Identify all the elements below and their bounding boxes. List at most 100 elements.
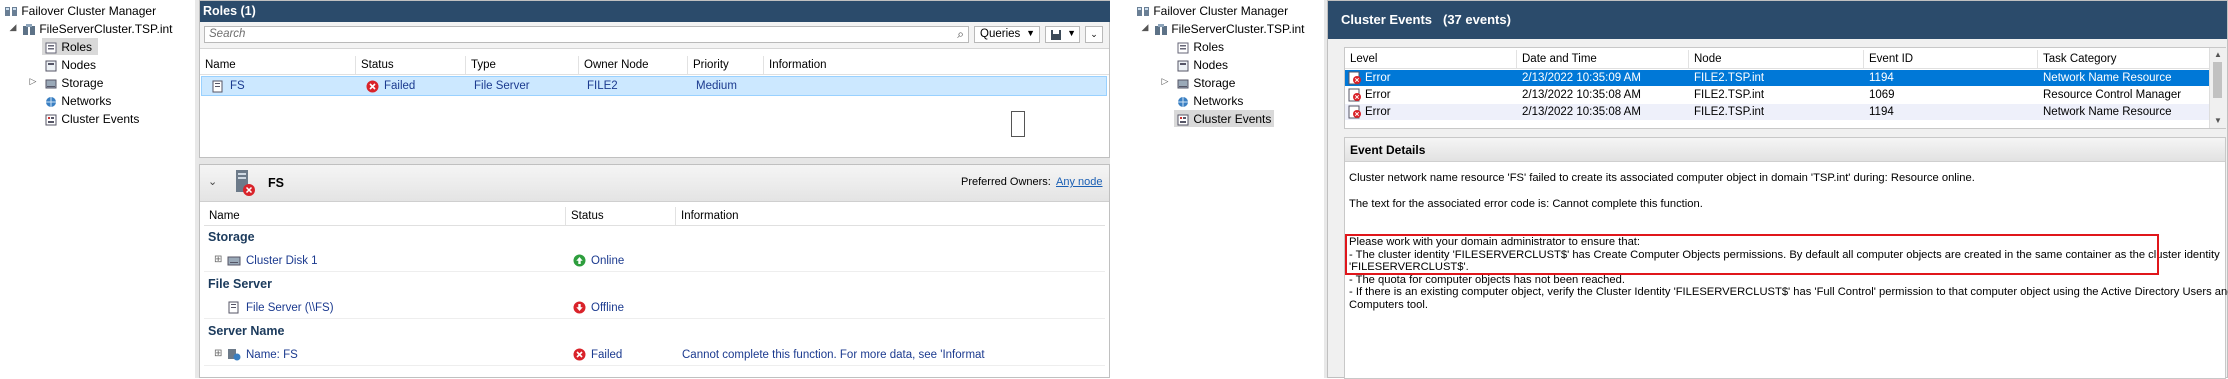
column-header-information[interactable]: Information <box>764 56 1109 74</box>
event-level: Error <box>1365 89 1391 101</box>
screenshot-gap <box>1110 0 1132 378</box>
column-header-name[interactable]: Name <box>200 56 356 74</box>
column-header-event-id[interactable]: Event ID <box>1864 50 2038 68</box>
event-date-time: 2/13/2022 10:35:09 AM <box>1522 72 1641 84</box>
column-header-date-time[interactable]: Date and Time <box>1517 50 1689 68</box>
scroll-down-icon[interactable]: ▼ <box>2214 116 2222 125</box>
disk-icon <box>227 256 241 266</box>
events-count: (37 events) <box>1443 12 1511 27</box>
tree-item-roles[interactable]: Roles <box>1176 38 1224 56</box>
any-node-link[interactable]: Any node <box>1056 176 1102 188</box>
tree-item-networks[interactable]: Networks <box>44 92 111 110</box>
event-task-category: Network Name Resource <box>2043 72 2172 84</box>
event-row[interactable]: Error 2/13/2022 10:35:08 AM FILE2.TSP.in… <box>1345 104 2209 120</box>
table-row[interactable]: ⊞ Cluster Disk 1 Online <box>204 251 1105 272</box>
tree-item-label: Nodes <box>61 58 97 72</box>
event-id: 1194 <box>1869 72 1894 84</box>
tree-item-cluster-events[interactable]: Cluster Events <box>44 110 139 128</box>
column-header-priority[interactable]: Priority <box>688 56 764 74</box>
cluster-icon <box>1155 23 1167 35</box>
chevron-down-icon[interactable]: ◢ <box>8 22 18 33</box>
tree-item-nodes[interactable]: Nodes <box>44 56 96 74</box>
event-task-category: Resource Control Manager <box>2043 89 2182 101</box>
expand-plus-icon[interactable]: ⊞ <box>214 254 222 265</box>
networks-icon <box>1178 96 1188 107</box>
storage-icon <box>1177 79 1189 89</box>
tree-item-cluster-events[interactable]: Cluster Events <box>1176 110 1271 128</box>
detail-line: - If there is an existing computer objec… <box>1349 286 2228 298</box>
table-row[interactable]: ⊞ Name: FS Failed Cannot complete this f… <box>204 345 1105 366</box>
event-node: FILE2.TSP.int <box>1694 89 1765 101</box>
role-type: File Server <box>474 80 530 92</box>
tree-root-label: Failover Cluster Manager <box>21 4 157 18</box>
event-date-time: 2/13/2022 10:35:08 AM <box>1522 89 1641 101</box>
tree-item-storage[interactable]: Storage <box>44 74 103 92</box>
scroll-up-icon[interactable]: ▲ <box>2214 50 2222 59</box>
search-input[interactable]: Search ⌕ <box>204 26 969 43</box>
roles-toolbar: Search ⌕ Queries ▼ ▼ ⌄ <box>200 22 1109 49</box>
event-level: Error <box>1365 106 1391 118</box>
tree-root-failover-cluster-manager[interactable]: Failover Cluster Manager <box>1136 2 1288 20</box>
cluster-events-icon <box>45 114 57 126</box>
tree-item-roles[interactable]: Roles <box>44 38 92 56</box>
events-scrollbar[interactable]: ▲ ▼ <box>2209 48 2226 128</box>
column-header-name[interactable]: Name <box>204 207 566 225</box>
event-task-category: Network Name Resource <box>2043 106 2172 118</box>
chevron-right-icon[interactable]: ▷ <box>28 76 38 87</box>
event-id: 1069 <box>1869 89 1895 101</box>
scrollbar-thumb[interactable] <box>2213 62 2222 98</box>
tree-item-label: Networks <box>1193 94 1244 108</box>
event-node: FILE2.TSP.int <box>1694 106 1765 118</box>
right-navigation-tree: Failover Cluster Manager ◢ FileServerClu… <box>1132 0 1324 378</box>
tree-item-label: Storage <box>1193 76 1236 90</box>
event-id: 1194 <box>1869 106 1894 118</box>
resource-information: Cannot complete this function. For more … <box>682 349 985 361</box>
tree-cluster-label: FileServerCluster.TSP.int <box>39 22 173 36</box>
event-row[interactable]: Error 2/13/2022 10:35:09 AM FILE2.TSP.in… <box>1345 70 2209 86</box>
online-status-icon <box>573 254 586 267</box>
collapse-chevron-icon[interactable]: ⌄ <box>208 175 217 188</box>
event-row[interactable]: Error 2/13/2022 10:35:08 AM FILE2.TSP.in… <box>1345 87 2209 103</box>
resource-name: File Server (\\FS) <box>246 302 334 314</box>
table-row[interactable]: FS Failed File Server FILE2 Medium <box>201 76 1107 96</box>
tree-item-label: Cluster Events <box>61 112 140 126</box>
events-table: Level Date and Time Node Event ID Task C… <box>1344 47 2226 129</box>
detail-line: The text for the associated error code i… <box>1349 198 1703 210</box>
tree-item-storage[interactable]: Storage <box>1176 74 1235 92</box>
tree-item-networks[interactable]: Networks <box>1176 92 1243 110</box>
cluster-icon <box>23 23 35 35</box>
roles-title: Roles (1) <box>203 4 256 18</box>
collapse-pane-button[interactable]: ⌄ <box>1085 26 1103 43</box>
chevron-down-icon[interactable]: ◢ <box>1140 22 1150 33</box>
queries-button[interactable]: Queries ▼ <box>974 26 1040 43</box>
table-row[interactable]: File Server (\\FS) Offline <box>204 298 1105 319</box>
column-header-level[interactable]: Level <box>1345 50 1517 68</box>
roles-panel: Roles (1) Search ⌕ Queries ▼ ▼ ⌄ Name St… <box>199 0 1112 158</box>
tree-root-failover-cluster-manager[interactable]: Failover Cluster Manager <box>4 2 156 20</box>
tree-cluster-node[interactable]: FileServerCluster.TSP.int <box>22 20 173 38</box>
error-event-icon <box>1348 71 1361 85</box>
section-title-server-name: Server Name <box>208 324 285 338</box>
role-server-icon <box>236 170 255 196</box>
column-header-information[interactable]: Information <box>676 207 1105 225</box>
column-header-status[interactable]: Status <box>566 207 676 225</box>
events-column-headers: Level Date and Time Node Event ID Task C… <box>1345 48 2209 69</box>
resource-name: Cluster Disk 1 <box>246 255 318 267</box>
chevron-down-icon: ▼ <box>1067 28 1076 38</box>
role-name: FS <box>230 80 245 92</box>
save-icon <box>1051 30 1061 40</box>
detail-line: Computers tool. <box>1349 299 1428 311</box>
tree-item-nodes[interactable]: Nodes <box>1176 56 1228 74</box>
column-header-task-category[interactable]: Task Category <box>2038 50 2209 68</box>
cursor-indicator <box>1011 111 1025 137</box>
column-header-owner-node[interactable]: Owner Node <box>579 56 688 74</box>
chevron-right-icon[interactable]: ▷ <box>1160 76 1170 87</box>
tree-cluster-node[interactable]: FileServerCluster.TSP.int <box>1154 20 1305 38</box>
column-header-status[interactable]: Status <box>356 56 466 74</box>
column-header-node[interactable]: Node <box>1689 50 1864 68</box>
expand-plus-icon[interactable]: ⊞ <box>214 348 222 359</box>
column-header-type[interactable]: Type <box>466 56 579 74</box>
save-query-button[interactable]: ▼ <box>1045 26 1080 43</box>
resources-grid: Name Status Information Storage ⊞ Cluste… <box>204 207 1105 377</box>
search-icon[interactable]: ⌕ <box>957 27 964 42</box>
